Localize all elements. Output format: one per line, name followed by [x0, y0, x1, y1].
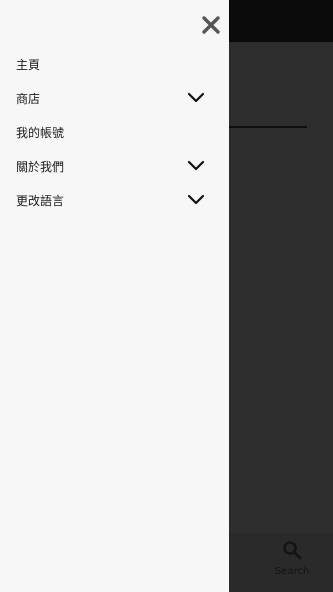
menu-item-label: 商店	[16, 91, 41, 106]
close-icon	[202, 16, 220, 34]
menu-item-label: 主頁	[16, 57, 41, 72]
navigation-drawer: 主頁 商店 我的帳號 關於我們 更改語言	[0, 0, 229, 592]
chevron-down-icon[interactable]	[186, 192, 206, 208]
menu-item-label: 更改語言	[16, 193, 65, 208]
menu-item-my-account[interactable]: 我的帳號	[0, 115, 229, 149]
menu-item-about-us[interactable]: 關於我們	[0, 149, 229, 183]
search-icon	[283, 541, 302, 560]
app-divider-line	[229, 126, 307, 128]
menu-item-label: 關於我們	[16, 159, 65, 174]
menu-item-home[interactable]: 主頁	[0, 47, 229, 81]
close-button[interactable]	[199, 13, 223, 37]
menu-item-label: 我的帳號	[16, 125, 65, 140]
chevron-down-icon[interactable]	[186, 158, 206, 174]
search-label: Search	[274, 566, 310, 577]
bottom-nav-search[interactable]: Search	[262, 540, 322, 584]
menu-item-change-language[interactable]: 更改語言	[0, 183, 229, 217]
menu-item-shop[interactable]: 商店	[0, 81, 229, 115]
chevron-down-icon[interactable]	[186, 90, 206, 106]
drawer-menu: 主頁 商店 我的帳號 關於我們 更改語言	[0, 47, 229, 217]
